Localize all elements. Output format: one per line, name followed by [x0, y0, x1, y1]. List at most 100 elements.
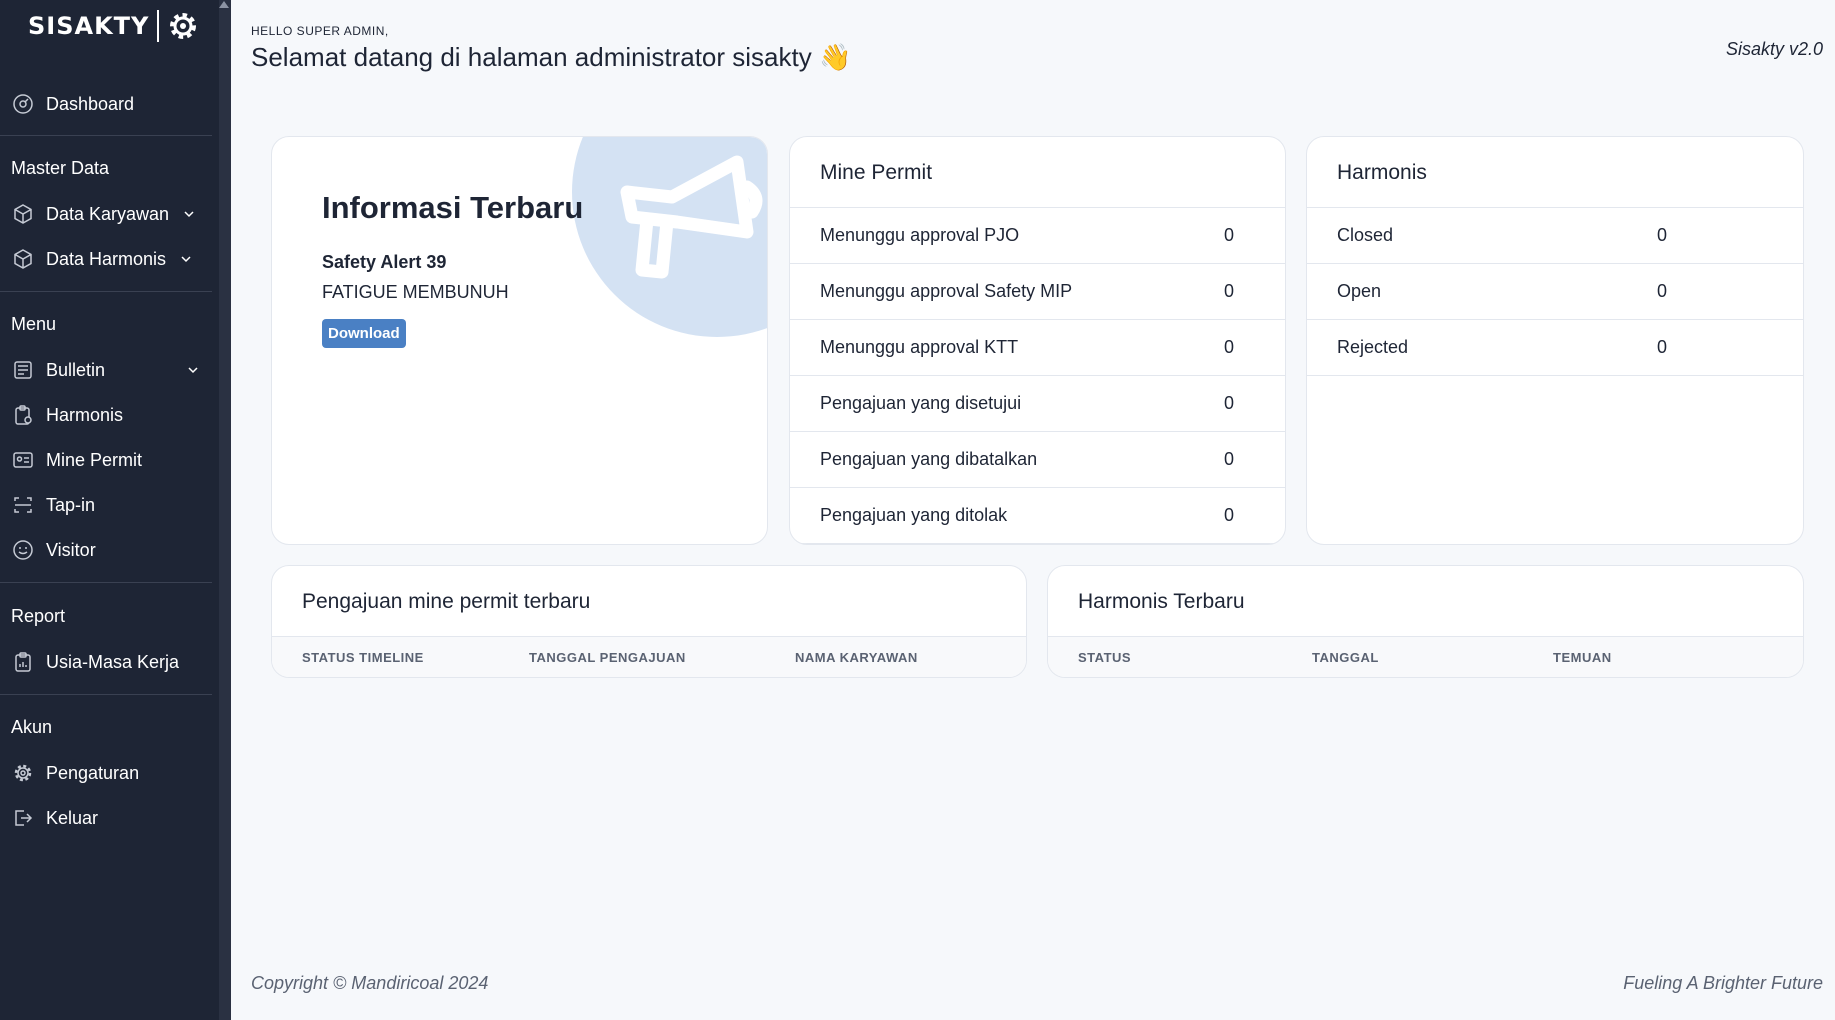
id-card-icon — [13, 452, 33, 468]
row-value: 0 — [1224, 505, 1235, 525]
section-title-report: Report — [11, 606, 66, 626]
sidebar-item-label: Bulletin — [46, 359, 106, 380]
sidebar-item-visitor[interactable]: Visitor — [12, 535, 96, 565]
row-value: 0 — [1224, 393, 1235, 413]
row-label: Rejected — [1337, 337, 1409, 357]
logo-divider — [157, 10, 160, 42]
newspaper-icon — [14, 361, 32, 379]
mine-permit-card: Mine Permit Menunggu approval PJO 0 Menu… — [789, 136, 1286, 545]
app-logo[interactable]: SISAKTY — [28, 10, 199, 42]
list-item: Menunggu approval PJO 0 — [790, 208, 1285, 264]
scan-icon — [14, 497, 32, 513]
info-card: Informasi Terbaru Safety Alert 39 FATIGU… — [271, 136, 768, 545]
sidebar-item-label: Visitor — [46, 539, 96, 560]
table-header: STATUS TANGGAL TEMUAN — [1048, 637, 1803, 677]
clipboard-icon — [15, 405, 32, 425]
info-title: Informasi Terbaru — [322, 190, 584, 225]
sidebar-item-keluar[interactable]: Keluar — [12, 803, 98, 833]
latest-mine-permit-card: Pengajuan mine permit terbaru STATUS TIM… — [271, 565, 1027, 678]
sidebar-item-pengaturan[interactable]: Pengaturan — [12, 758, 139, 788]
footer-copyright: Copyright © Mandiricoal 2024 — [251, 973, 489, 993]
row-label: Closed — [1337, 225, 1394, 245]
sidebar-item-label: Dashboard — [46, 93, 135, 114]
sidebar-item-label: Tap-in — [46, 494, 96, 515]
column-header: TEMUAN — [1553, 650, 1612, 665]
sidebar-item-tap-in[interactable]: Tap-in — [12, 490, 95, 520]
app-version: Sisakty v2.0 — [1725, 39, 1823, 59]
row-label: Pengajuan yang disetujui — [820, 393, 1022, 413]
dashboard-icon — [13, 94, 33, 114]
footer-tagline: Fueling A Brighter Future — [1623, 973, 1823, 993]
section-title-master-data: Master Data — [11, 158, 110, 178]
sidebar-item-label: Usia-Masa Kerja — [46, 651, 180, 672]
table-header: STATUS TIMELINE TANGGAL PENGAJUAN NAMA K… — [272, 637, 1026, 677]
sidebar-item-harmonis[interactable]: Harmonis — [12, 400, 123, 430]
row-value: 0 — [1657, 337, 1668, 357]
sidebar-divider — [0, 135, 212, 136]
row-value: 0 — [1224, 225, 1235, 245]
info-description: FATIGUE MEMBUNUH — [322, 282, 509, 302]
sidebar-item-dashboard[interactable]: Dashboard — [12, 89, 134, 119]
harmonis-card: Harmonis Closed 0 Open 0 Rejected 0 — [1306, 136, 1804, 545]
sidebar-item-label: Harmonis — [46, 404, 124, 425]
row-value: 0 — [1224, 281, 1235, 301]
chevron-down-icon — [188, 367, 198, 374]
page-title: Selamat datang di halaman administrator … — [251, 42, 852, 72]
list-item: Pengajuan yang disetujui 0 — [790, 376, 1285, 432]
sidebar-item-data-karyawan[interactable]: Data Karyawan — [12, 199, 195, 229]
row-label: Pengajuan yang dibatalkan — [820, 449, 1038, 469]
sidebar-item-label: Mine Permit — [46, 449, 143, 470]
gear-logo-icon — [170, 13, 197, 39]
cube-icon — [14, 249, 32, 269]
row-label: Menunggu approval Safety MIP — [820, 281, 1073, 301]
card-title: Harmonis Terbaru — [1048, 566, 1803, 637]
download-button[interactable]: Download — [322, 319, 406, 348]
sidebar-item-bulletin[interactable]: Bulletin — [12, 355, 199, 385]
megaphone-icon — [620, 155, 763, 279]
latest-harmonis-card: Harmonis Terbaru STATUS TANGGAL TEMUAN — [1047, 565, 1804, 678]
sidebar-item-label: Keluar — [46, 807, 99, 828]
row-value: 0 — [1224, 337, 1235, 357]
sidebar: SISAKTY Dashboard Master Data Data Karya… — [0, 0, 231, 1020]
card-title: Harmonis — [1307, 137, 1803, 208]
sidebar-item-data-harmonis[interactable]: Data Harmonis — [12, 244, 192, 274]
smile-icon — [13, 540, 33, 560]
logout-icon — [15, 810, 33, 826]
sidebar-scrollbar[interactable] — [219, 0, 231, 1020]
section-title-akun: Akun — [11, 717, 53, 737]
list-item: Menunggu approval Safety MIP 0 — [790, 264, 1285, 320]
list-item: Closed 0 — [1307, 208, 1803, 264]
scroll-up-icon[interactable] — [219, 1, 229, 8]
row-value: 0 — [1657, 281, 1668, 301]
row-label: Open — [1337, 281, 1382, 301]
list-item: Rejected 0 — [1307, 320, 1803, 376]
column-header: NAMA KARYAWAN — [795, 650, 918, 665]
sidebar-item-usia-masa-kerja[interactable]: Usia-Masa Kerja — [12, 647, 179, 677]
gear-icon — [14, 764, 32, 782]
clipboard-report-icon — [15, 652, 31, 672]
row-value: 0 — [1224, 449, 1235, 469]
row-value: 0 — [1657, 225, 1668, 245]
sidebar-item-label: Data Harmonis — [46, 248, 167, 269]
sidebar-divider — [0, 694, 212, 695]
cube-icon — [14, 204, 32, 224]
greeting-label: HELLO SUPER ADMIN, — [251, 24, 389, 38]
row-label: Menunggu approval PJO — [820, 225, 1020, 245]
row-label: Pengajuan yang ditolak — [820, 505, 1008, 525]
chevron-down-icon — [184, 211, 194, 218]
sidebar-item-label: Pengaturan — [46, 762, 140, 783]
column-header: STATUS TIMELINE — [302, 650, 424, 665]
list-item: Open 0 — [1307, 264, 1803, 320]
sidebar-item-label: Data Karyawan — [46, 203, 170, 224]
list-item: Menunggu approval KTT 0 — [790, 320, 1285, 376]
list-item: Pengajuan yang dibatalkan 0 — [790, 432, 1285, 488]
column-header: TANGGAL — [1312, 650, 1379, 665]
column-header: STATUS — [1078, 650, 1132, 665]
sidebar-divider — [0, 582, 212, 583]
section-title-menu: Menu — [11, 314, 57, 334]
sidebar-item-mine-permit[interactable]: Mine Permit — [12, 445, 142, 475]
info-subtitle: Safety Alert 39 — [322, 252, 447, 272]
row-label: Menunggu approval KTT — [820, 337, 1019, 357]
logo-text: SISAKTY — [28, 12, 150, 40]
list-item: Pengajuan yang ditolak 0 — [790, 488, 1285, 544]
